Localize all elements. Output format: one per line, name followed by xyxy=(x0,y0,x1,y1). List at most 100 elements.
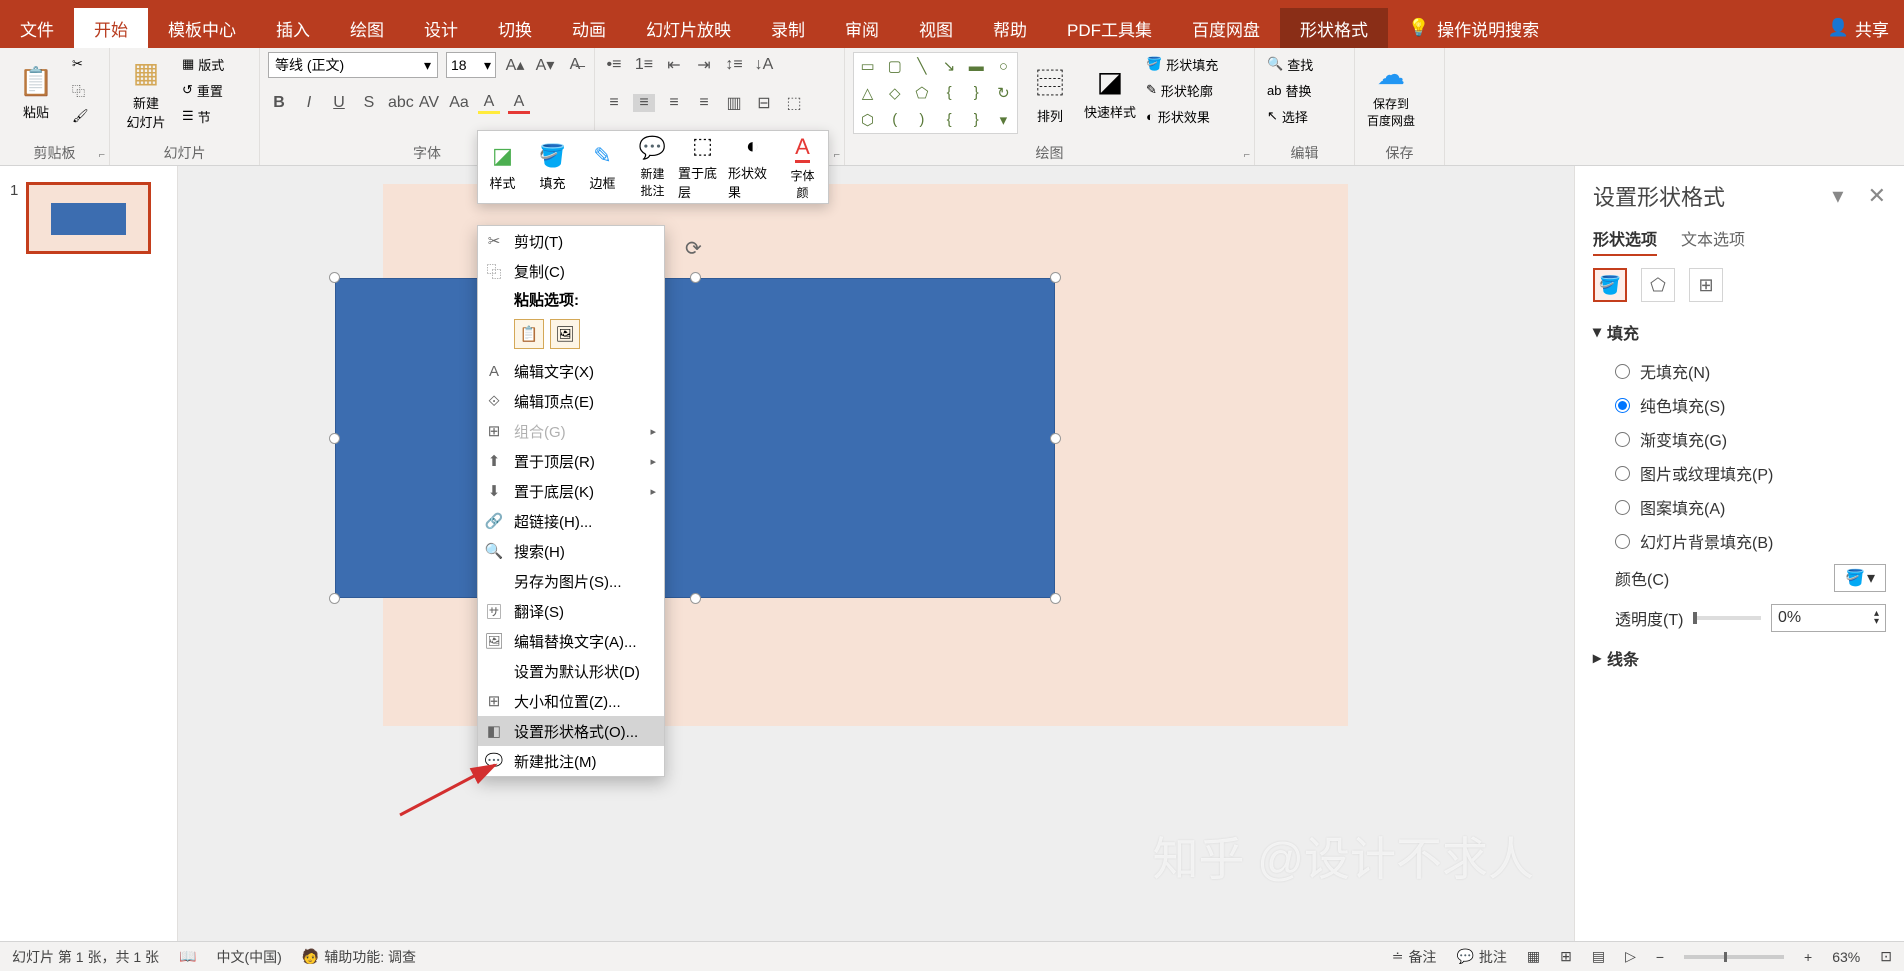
transparency-input[interactable]: 0%▴▾ xyxy=(1771,604,1886,632)
transparency-slider[interactable] xyxy=(1693,616,1761,620)
tab-review[interactable]: 审阅 xyxy=(825,8,899,48)
radio-pattern-fill[interactable]: 图案填充(A) xyxy=(1593,490,1886,524)
underline-button[interactable]: U xyxy=(328,94,350,112)
strike-button[interactable]: S xyxy=(358,94,380,112)
ctx-save-as-pic[interactable]: 另存为图片(S)... xyxy=(478,566,664,596)
resize-handle-tr[interactable] xyxy=(1050,272,1061,283)
radio-solid-fill[interactable]: 纯色填充(S) xyxy=(1593,388,1886,422)
share-button[interactable]: 👤 共享 xyxy=(1828,8,1889,48)
para-launcher[interactable]: ⌐ xyxy=(834,149,840,161)
quick-styles-button[interactable]: ◪快速样式 xyxy=(1082,52,1138,134)
tab-design[interactable]: 设计 xyxy=(404,8,478,48)
ctx-hyperlink[interactable]: 🔗超链接(H)... xyxy=(478,506,664,536)
ctx-edit-points[interactable]: ⟐编辑顶点(E) xyxy=(478,386,664,416)
spacing-button[interactable]: AV xyxy=(418,94,440,112)
cut-button[interactable]: ✂ xyxy=(68,52,93,76)
sorter-view-button[interactable]: ⊞ xyxy=(1560,948,1572,965)
ctx-cut[interactable]: ✂剪切(T) xyxy=(478,226,664,256)
mini-sendback-button[interactable]: ⬚置于底层 xyxy=(678,131,728,203)
tab-home[interactable]: 开始 xyxy=(74,8,148,48)
tab-template[interactable]: 模板中心 xyxy=(148,8,256,48)
panel-effects-icon[interactable]: ⬠ xyxy=(1641,268,1675,302)
selected-shape[interactable]: ⟳ xyxy=(335,278,1055,598)
panel-dropdown-icon[interactable]: ▾ xyxy=(1832,183,1843,208)
case-button[interactable]: Aa xyxy=(448,94,470,112)
drawing-launcher[interactable]: ⌐ xyxy=(1244,149,1250,161)
panel-close-icon[interactable]: ✕ xyxy=(1868,183,1886,208)
radio-slidebg-fill[interactable]: 幻灯片背景填充(B) xyxy=(1593,524,1886,558)
ctx-format-shape[interactable]: ◧设置形状格式(O)... xyxy=(478,716,664,746)
ctx-copy[interactable]: ⿻复制(C) xyxy=(478,256,664,286)
highlight-button[interactable]: A xyxy=(478,93,500,114)
fit-window-button[interactable]: ⊡ xyxy=(1880,948,1892,965)
copy-button[interactable]: ⿻ xyxy=(68,78,93,102)
color-picker-button[interactable]: 🪣▾ xyxy=(1834,564,1886,592)
paste-option-1[interactable]: 📋 xyxy=(514,319,544,349)
save-baidu-button[interactable]: ☁ 保存到 百度网盘 xyxy=(1363,52,1419,134)
tab-insert[interactable]: 插入 xyxy=(256,8,330,48)
zoom-level[interactable]: 63% xyxy=(1832,949,1860,965)
tab-record[interactable]: 录制 xyxy=(751,8,825,48)
arrange-button[interactable]: ⿳排列 xyxy=(1022,52,1078,134)
bold-button[interactable]: B xyxy=(268,94,290,112)
mini-fill-button[interactable]: 🪣填充 xyxy=(528,131,578,203)
font-selector[interactable]: 等线 (正文)▾ xyxy=(268,52,438,78)
tab-file[interactable]: 文件 xyxy=(0,8,74,48)
smartart-button[interactable]: ⬚ xyxy=(783,93,805,113)
ctx-alt-text[interactable]: 🖼编辑替换文字(A)... xyxy=(478,626,664,656)
zoom-in-button[interactable]: + xyxy=(1804,949,1812,965)
numbering-button[interactable]: 1≡ xyxy=(633,56,655,74)
align-left-button[interactable]: ≡ xyxy=(603,94,625,112)
mini-border-button[interactable]: ✎边框 xyxy=(578,131,628,203)
tab-draw[interactable]: 绘图 xyxy=(330,8,404,48)
zoom-slider[interactable] xyxy=(1684,955,1784,959)
paste-button[interactable]: 📋 粘贴 xyxy=(8,52,64,134)
radio-picture-fill[interactable]: 图片或纹理填充(P) xyxy=(1593,456,1886,490)
justify-button[interactable]: ≡ xyxy=(693,94,715,112)
comments-button[interactable]: 💬批注 xyxy=(1456,947,1506,967)
tab-help[interactable]: 帮助 xyxy=(973,8,1047,48)
ctx-bring-front[interactable]: ⬆置于顶层(R)▸ xyxy=(478,446,664,476)
mini-effect-button[interactable]: ◐形状效果 xyxy=(728,131,778,203)
tab-view[interactable]: 视图 xyxy=(899,8,973,48)
indent-dec-button[interactable]: ⇤ xyxy=(663,55,685,75)
ctx-translate[interactable]: 🈂翻译(S) xyxy=(478,596,664,626)
notes-button[interactable]: ≐备注 xyxy=(1392,947,1437,967)
panel-fill-icon[interactable]: 🪣 xyxy=(1593,268,1627,302)
radio-gradient-fill[interactable]: 渐变填充(G) xyxy=(1593,422,1886,456)
resize-handle-l[interactable] xyxy=(329,433,340,444)
tab-baidu[interactable]: 百度网盘 xyxy=(1172,8,1280,48)
resize-handle-br[interactable] xyxy=(1050,593,1061,604)
language-indicator[interactable]: 中文(中国) xyxy=(216,947,281,967)
paste-option-2[interactable]: 🖼 xyxy=(550,319,580,349)
section-button[interactable]: ☰节 xyxy=(178,104,228,128)
line-spacing-button[interactable]: ↕≡ xyxy=(723,56,745,74)
format-painter-button[interactable]: 🖌 xyxy=(68,104,93,128)
bullets-button[interactable]: •≡ xyxy=(603,56,625,74)
line-section-toggle[interactable]: ▸线条 xyxy=(1593,646,1886,670)
tab-transition[interactable]: 切换 xyxy=(478,8,552,48)
ctx-size-pos[interactable]: ⊞大小和位置(Z)... xyxy=(478,686,664,716)
layout-button[interactable]: ▦版式 xyxy=(178,52,228,76)
normal-view-button[interactable]: ▦ xyxy=(1527,948,1540,965)
slide-thumb-1[interactable] xyxy=(26,182,151,254)
resize-handle-tl[interactable] xyxy=(329,272,340,283)
columns-button[interactable]: ▥ xyxy=(723,93,745,113)
align-text-button[interactable]: ⊟ xyxy=(753,93,775,113)
font-size-selector[interactable]: 18▾ xyxy=(446,52,496,78)
resize-handle-r[interactable] xyxy=(1050,433,1061,444)
accessibility-button[interactable]: 🧑辅助功能: 调查 xyxy=(302,947,416,967)
shrink-font-button[interactable]: A▾ xyxy=(534,55,556,75)
ctx-edit-text[interactable]: A编辑文字(X) xyxy=(478,356,664,386)
tab-shape-format[interactable]: 形状格式 xyxy=(1280,8,1388,48)
spellcheck-indicator[interactable]: 📖 xyxy=(179,948,196,965)
italic-button[interactable]: I xyxy=(298,94,320,112)
resize-handle-t[interactable] xyxy=(690,272,701,283)
mini-fontcolor-button[interactable]: A字体 颜 xyxy=(778,131,828,203)
tab-animation[interactable]: 动画 xyxy=(552,8,626,48)
mini-comment-button[interactable]: 💬新建 批注 xyxy=(628,131,678,203)
ctx-search[interactable]: 🔍搜索(H) xyxy=(478,536,664,566)
fill-section-toggle[interactable]: ▾填充 xyxy=(1593,320,1886,344)
new-slide-button[interactable]: ▦ 新建 幻灯片 xyxy=(118,52,174,134)
select-button[interactable]: ↖选择 xyxy=(1263,104,1312,128)
